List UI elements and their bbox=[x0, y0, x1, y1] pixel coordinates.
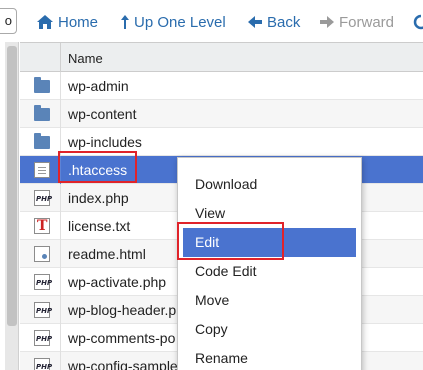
php-file-icon: PHP bbox=[34, 190, 52, 206]
table-row[interactable]: wp-admin bbox=[20, 72, 423, 100]
menu-item-label: View bbox=[195, 205, 226, 221]
partial-button-label: o bbox=[4, 13, 12, 28]
menu-item-move[interactable]: Move bbox=[178, 286, 361, 315]
forward-label: Forward bbox=[339, 13, 395, 31]
htaccess-highlight-box bbox=[58, 151, 137, 183]
menu-item-label: Rename bbox=[195, 350, 248, 366]
column-separator bbox=[60, 240, 61, 268]
column-separator bbox=[60, 296, 61, 324]
table-row[interactable]: wp-content bbox=[20, 100, 423, 128]
toolbar: o Home Up One Level Back Forward bbox=[0, 0, 423, 42]
forward-arrow-icon bbox=[319, 14, 335, 30]
column-separator bbox=[60, 43, 61, 73]
back-label: Back bbox=[267, 13, 301, 31]
file-name: index.php bbox=[68, 190, 129, 206]
file-name: license.txt bbox=[68, 218, 131, 234]
menu-item-download[interactable]: Download bbox=[178, 170, 361, 199]
folder-icon bbox=[34, 133, 50, 150]
menu-item-label: Code Edit bbox=[195, 263, 257, 279]
column-separator bbox=[60, 268, 61, 296]
reload-button[interactable] bbox=[413, 12, 423, 32]
up-one-level-button[interactable]: Up One Level bbox=[120, 12, 226, 32]
file-name: wp-activate.php bbox=[68, 274, 167, 290]
file-name: wp-config-sample bbox=[68, 358, 178, 370]
back-button[interactable]: Back bbox=[247, 12, 300, 32]
folder-icon bbox=[34, 77, 50, 94]
file-name: wp-blog-header.p bbox=[68, 302, 177, 318]
home-button[interactable]: Home bbox=[36, 12, 98, 32]
home-label: Home bbox=[58, 13, 99, 31]
php-file-icon: PHP bbox=[34, 330, 52, 346]
php-file-icon: PHP bbox=[34, 302, 52, 318]
partial-button[interactable]: o bbox=[0, 8, 17, 34]
file-name: wp-includes bbox=[68, 134, 142, 150]
home-icon bbox=[36, 14, 54, 30]
up-one-level-label: Up One Level bbox=[134, 13, 226, 31]
menu-item-copy[interactable]: Copy bbox=[178, 315, 361, 344]
html-file-icon bbox=[34, 246, 50, 262]
edit-highlight-box bbox=[177, 222, 284, 260]
column-header-name[interactable]: Name bbox=[68, 51, 103, 66]
menu-item-label: Copy bbox=[195, 321, 228, 337]
up-arrow-icon bbox=[120, 14, 130, 30]
php-file-icon: PHP bbox=[34, 274, 52, 290]
menu-item-code-edit[interactable]: Code Edit bbox=[178, 257, 361, 286]
file-name: readme.html bbox=[68, 246, 146, 262]
menu-item-rename[interactable]: Rename bbox=[178, 344, 361, 370]
file-name: wp-admin bbox=[68, 78, 129, 94]
column-separator bbox=[60, 72, 61, 100]
scrollbar-thumb[interactable] bbox=[7, 46, 17, 326]
forward-button[interactable]: Forward bbox=[319, 12, 394, 32]
column-separator bbox=[60, 184, 61, 212]
scrollbar[interactable] bbox=[5, 42, 19, 370]
column-separator bbox=[60, 324, 61, 352]
php-file-icon: PHP bbox=[34, 358, 52, 370]
folder-icon bbox=[34, 105, 50, 122]
column-separator bbox=[60, 212, 61, 240]
reload-icon bbox=[413, 14, 423, 30]
generic-file-icon bbox=[34, 162, 50, 178]
column-separator bbox=[60, 352, 61, 370]
table-header: Name bbox=[20, 42, 423, 73]
menu-item-label: Download bbox=[195, 176, 258, 192]
back-arrow-icon bbox=[247, 14, 263, 30]
file-name: wp-content bbox=[68, 106, 137, 122]
file-name: wp-comments-po bbox=[68, 330, 176, 346]
text-file-icon: T bbox=[34, 218, 50, 234]
context-menu: Download View Edit Code Edit Move Copy R… bbox=[177, 157, 362, 370]
column-separator bbox=[60, 100, 61, 128]
menu-item-label: Move bbox=[195, 292, 230, 308]
